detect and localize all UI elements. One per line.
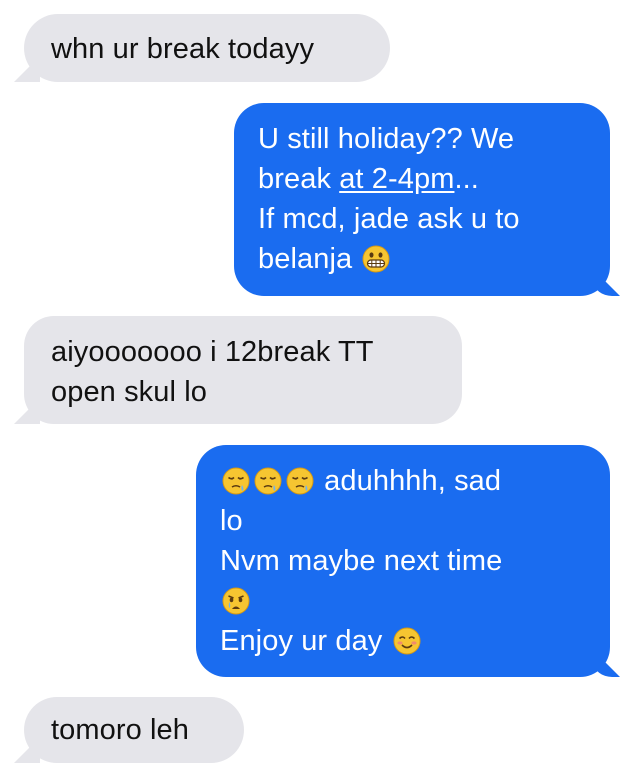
message-thread: whn ur break todayy U still holiday?? We… xyxy=(0,0,636,767)
message-text: If mcd, jade ask u to xyxy=(258,203,520,235)
outgoing-message-bubble[interactable]: aduhhhh, sad lo Nvm maybe next time Enjo… xyxy=(196,445,610,677)
message-text: break xyxy=(258,163,340,195)
sleepy-face-emoji-icon xyxy=(222,467,250,495)
message-text: aiyooooooo i 12break TT xyxy=(51,336,374,368)
detected-time-link[interactable]: at 2-4pm xyxy=(339,163,454,195)
message-text: open skul lo xyxy=(51,376,207,408)
message-text: lo xyxy=(220,505,243,537)
message-text-line: belanja xyxy=(258,239,610,279)
incoming-message-bubble[interactable]: aiyooooooo i 12break TT open skul lo xyxy=(24,316,462,424)
incoming-message-bubble[interactable]: tomoro leh xyxy=(24,697,244,763)
message-text: belanja xyxy=(258,243,361,275)
outgoing-message-bubble[interactable]: U still holiday?? We break at 2-4pm... I… xyxy=(234,103,610,296)
smiling-face-emoji-icon xyxy=(393,627,421,655)
grimacing-face-emoji-icon xyxy=(362,245,390,273)
crying-face-emoji-icon xyxy=(222,587,250,615)
message-text-line xyxy=(220,581,610,621)
incoming-message-bubble[interactable]: whn ur break todayy xyxy=(24,14,390,82)
message-text: ... xyxy=(454,163,479,195)
sleepy-face-emoji-icon xyxy=(286,467,314,495)
message-text: tomoro leh xyxy=(51,714,190,746)
message-text: U still holiday?? We xyxy=(258,123,515,155)
message-text: aduhhhh, sad xyxy=(316,465,502,497)
message-text-line: break at 2-4pm... xyxy=(258,159,610,199)
message-text: Enjoy ur day xyxy=(220,625,391,657)
message-text-line: Enjoy ur day xyxy=(220,621,610,661)
message-text: Nvm maybe next time xyxy=(220,545,503,577)
message-text-line: aduhhhh, sad xyxy=(220,461,610,501)
message-text: whn ur break todayy xyxy=(51,33,315,65)
sleepy-face-emoji-icon xyxy=(254,467,282,495)
